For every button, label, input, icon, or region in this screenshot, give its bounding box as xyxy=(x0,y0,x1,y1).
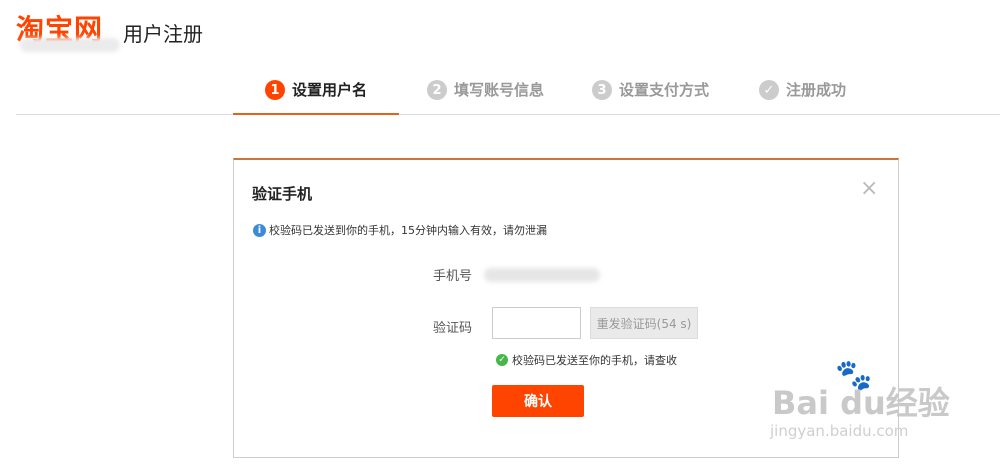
step-number-badge: 3 xyxy=(592,80,612,100)
registration-steps: 1 设置用户名 2 填写账号信息 3 设置支付方式 ✓ 注册成功 xyxy=(16,72,1000,115)
step-label: 注册成功 xyxy=(786,81,847,99)
verification-code-input[interactable] xyxy=(492,307,581,339)
step-number-badge: 2 xyxy=(427,80,447,100)
check-circle-icon: ✓ xyxy=(496,354,508,366)
phone-number-blurred xyxy=(484,268,600,282)
phone-label: 手机号 xyxy=(433,269,473,284)
step-number-badge: 1 xyxy=(264,80,285,100)
dialog-title: 验证手机 xyxy=(252,185,313,203)
close-icon[interactable]: × xyxy=(860,178,878,200)
watermark-url: jingyan.baidu.com xyxy=(770,422,909,440)
info-icon: i xyxy=(253,223,266,237)
check-icon: ✓ xyxy=(759,80,779,100)
step-label: 填写账号信息 xyxy=(454,81,545,99)
step-label: 设置支付方式 xyxy=(619,81,710,99)
info-message: i 校验码已发送到你的手机，15分钟内输入有效，请勿泄漏 xyxy=(253,222,547,238)
code-label: 验证码 xyxy=(433,321,473,336)
step-register-success: ✓ 注册成功 xyxy=(759,80,846,113)
info-text: 校验码已发送到你的手机，15分钟内输入有效，请勿泄漏 xyxy=(269,224,547,237)
step-set-payment: 3 设置支付方式 xyxy=(592,80,709,113)
page-title: 用户注册 xyxy=(123,22,203,46)
step-set-username: 1 设置用户名 xyxy=(233,80,399,115)
code-sent-text: 校验码已发送至你的手机，请查收 xyxy=(512,354,677,367)
watermark-text: Bai du经验 xyxy=(772,384,950,422)
resend-code-button[interactable]: 重发验证码(54 s) xyxy=(590,307,698,339)
step-label: 设置用户名 xyxy=(291,81,367,99)
logo-subtext-blurred xyxy=(20,38,120,52)
step-fill-account-info: 2 填写账号信息 xyxy=(427,80,544,113)
confirm-button[interactable]: 确认 xyxy=(492,385,584,417)
code-sent-message: ✓ 校验码已发送至你的手机，请查收 xyxy=(496,352,677,368)
